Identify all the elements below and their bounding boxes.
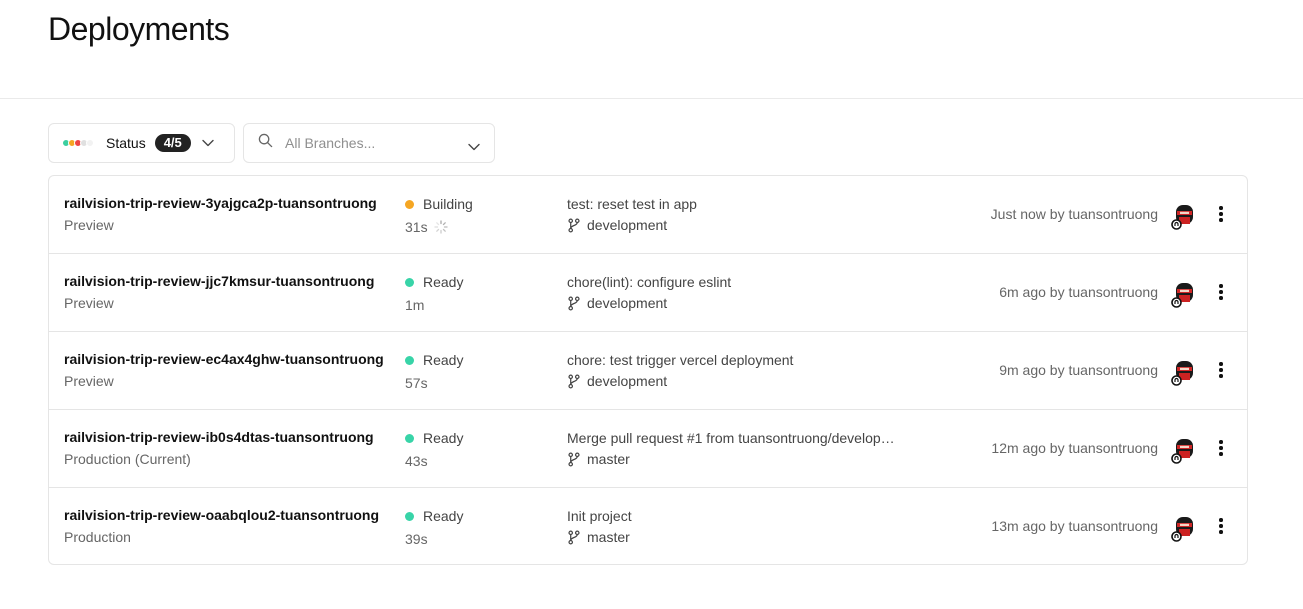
deployment-row[interactable]: railvision-trip-review-ib0s4dtas-tuanson…	[49, 410, 1247, 488]
deployment-time-author: 6m ago by tuansontruong	[999, 284, 1158, 300]
deployment-status: Ready	[405, 508, 463, 524]
status-count-badge: 4/5	[154, 134, 191, 152]
status-text: Ready	[423, 430, 464, 446]
deployment-status: Ready	[405, 352, 463, 368]
deployment-status: Ready	[405, 430, 463, 446]
user-avatar[interactable]	[1171, 436, 1195, 464]
chevron-down-icon[interactable]	[468, 138, 480, 156]
git-branch-icon	[568, 296, 580, 310]
deployment-row[interactable]: railvision-trip-review-3yajgca2p-tuanson…	[49, 176, 1247, 254]
more-options-icon[interactable]	[1211, 281, 1231, 303]
deployment-duration: 1m	[405, 297, 424, 313]
deployment-environment: Production	[64, 529, 131, 545]
deployment-environment: Preview	[64, 373, 114, 389]
git-branch-icon	[568, 374, 580, 388]
user-avatar[interactable]	[1171, 514, 1195, 542]
branch-name: development	[587, 217, 668, 233]
more-options-icon[interactable]	[1211, 359, 1231, 381]
deployment-name[interactable]: railvision-trip-review-jjc7kmsur-tuanson…	[64, 273, 389, 289]
deployment-name[interactable]: railvision-trip-review-ib0s4dtas-tuanson…	[64, 429, 389, 445]
branch-search-input[interactable]	[285, 135, 455, 151]
deployment-time-author: 9m ago by tuansontruong	[999, 362, 1158, 378]
status-text: Ready	[423, 352, 464, 368]
commit-message[interactable]: Init project	[567, 508, 897, 524]
status-filter-label: Status	[106, 135, 146, 151]
deployment-name[interactable]: railvision-trip-review-3yajgca2p-tuanson…	[64, 195, 389, 211]
user-avatar[interactable]	[1171, 280, 1195, 308]
branch-name: development	[587, 295, 668, 311]
page-header: Deployments	[0, 0, 1303, 99]
more-options-icon[interactable]	[1211, 515, 1231, 537]
status-text: Ready	[423, 274, 464, 290]
search-icon	[258, 133, 273, 153]
deployment-status: Ready	[405, 274, 463, 290]
deployment-row[interactable]: railvision-trip-review-ec4ax4ghw-tuanson…	[49, 332, 1247, 410]
branch-name: development	[587, 373, 668, 389]
deployment-duration: 39s	[405, 531, 428, 547]
deployment-time-author: 13m ago by tuansontruong	[991, 518, 1158, 534]
duration-text: 1m	[405, 297, 425, 313]
chevron-down-icon	[202, 137, 214, 149]
deployment-branch[interactable]: development	[567, 217, 667, 233]
user-avatar[interactable]	[1171, 358, 1195, 386]
more-options-icon[interactable]	[1211, 437, 1231, 459]
deployment-row[interactable]: railvision-trip-review-jjc7kmsur-tuanson…	[49, 254, 1247, 332]
branch-filter[interactable]	[243, 123, 495, 163]
status-indicator	[405, 511, 414, 521]
deployment-name[interactable]: railvision-trip-review-ec4ax4ghw-tuanson…	[64, 351, 389, 367]
status-text: Ready	[423, 508, 464, 524]
duration-text: 31s	[405, 219, 428, 235]
deployment-branch[interactable]: development	[567, 295, 667, 311]
status-colors-icon	[62, 137, 96, 149]
status-dot	[86, 139, 94, 147]
commit-message[interactable]: test: reset test in app	[567, 196, 897, 212]
deployment-duration: 31s	[405, 219, 448, 235]
git-branch-icon	[568, 530, 580, 544]
deployment-time-author: Just now by tuansontruong	[990, 206, 1158, 222]
commit-message[interactable]: Merge pull request #1 from tuansontruong…	[567, 430, 897, 446]
deployment-duration: 43s	[405, 453, 428, 469]
deployment-environment: Preview	[64, 295, 114, 311]
git-branch-icon	[568, 452, 580, 466]
commit-message[interactable]: chore: test trigger vercel deployment	[567, 352, 897, 368]
status-indicator	[405, 355, 414, 365]
status-indicator	[405, 277, 414, 287]
git-branch-icon	[568, 218, 580, 232]
deployment-branch[interactable]: development	[567, 373, 667, 389]
deployment-branch[interactable]: master	[567, 451, 630, 467]
deployment-status: Building	[405, 196, 473, 212]
deployment-duration: 57s	[405, 375, 428, 391]
duration-text: 43s	[405, 453, 428, 469]
deployment-branch[interactable]: master	[567, 529, 630, 545]
status-indicator	[405, 433, 414, 443]
user-avatar[interactable]	[1171, 202, 1195, 230]
deployment-environment: Preview	[64, 217, 114, 233]
status-text: Building	[423, 196, 473, 212]
duration-text: 57s	[405, 375, 428, 391]
deployment-name[interactable]: railvision-trip-review-oaabqlou2-tuanson…	[64, 507, 389, 523]
more-options-icon[interactable]	[1211, 203, 1231, 225]
commit-message[interactable]: chore(lint): configure eslint	[567, 274, 897, 290]
deployment-time-author: 12m ago by tuansontruong	[991, 440, 1158, 456]
deployments-list: railvision-trip-review-3yajgca2p-tuanson…	[48, 175, 1248, 565]
loading-spinner-icon	[433, 220, 448, 234]
branch-name: master	[587, 529, 630, 545]
branch-name: master	[587, 451, 630, 467]
deployment-environment: Production (Current)	[64, 451, 191, 467]
status-filter-button[interactable]: Status 4/5	[48, 123, 235, 163]
status-indicator	[405, 199, 414, 209]
page-title: Deployments	[48, 11, 230, 47]
duration-text: 39s	[405, 531, 428, 547]
deployment-row[interactable]: railvision-trip-review-oaabqlou2-tuanson…	[49, 488, 1247, 564]
